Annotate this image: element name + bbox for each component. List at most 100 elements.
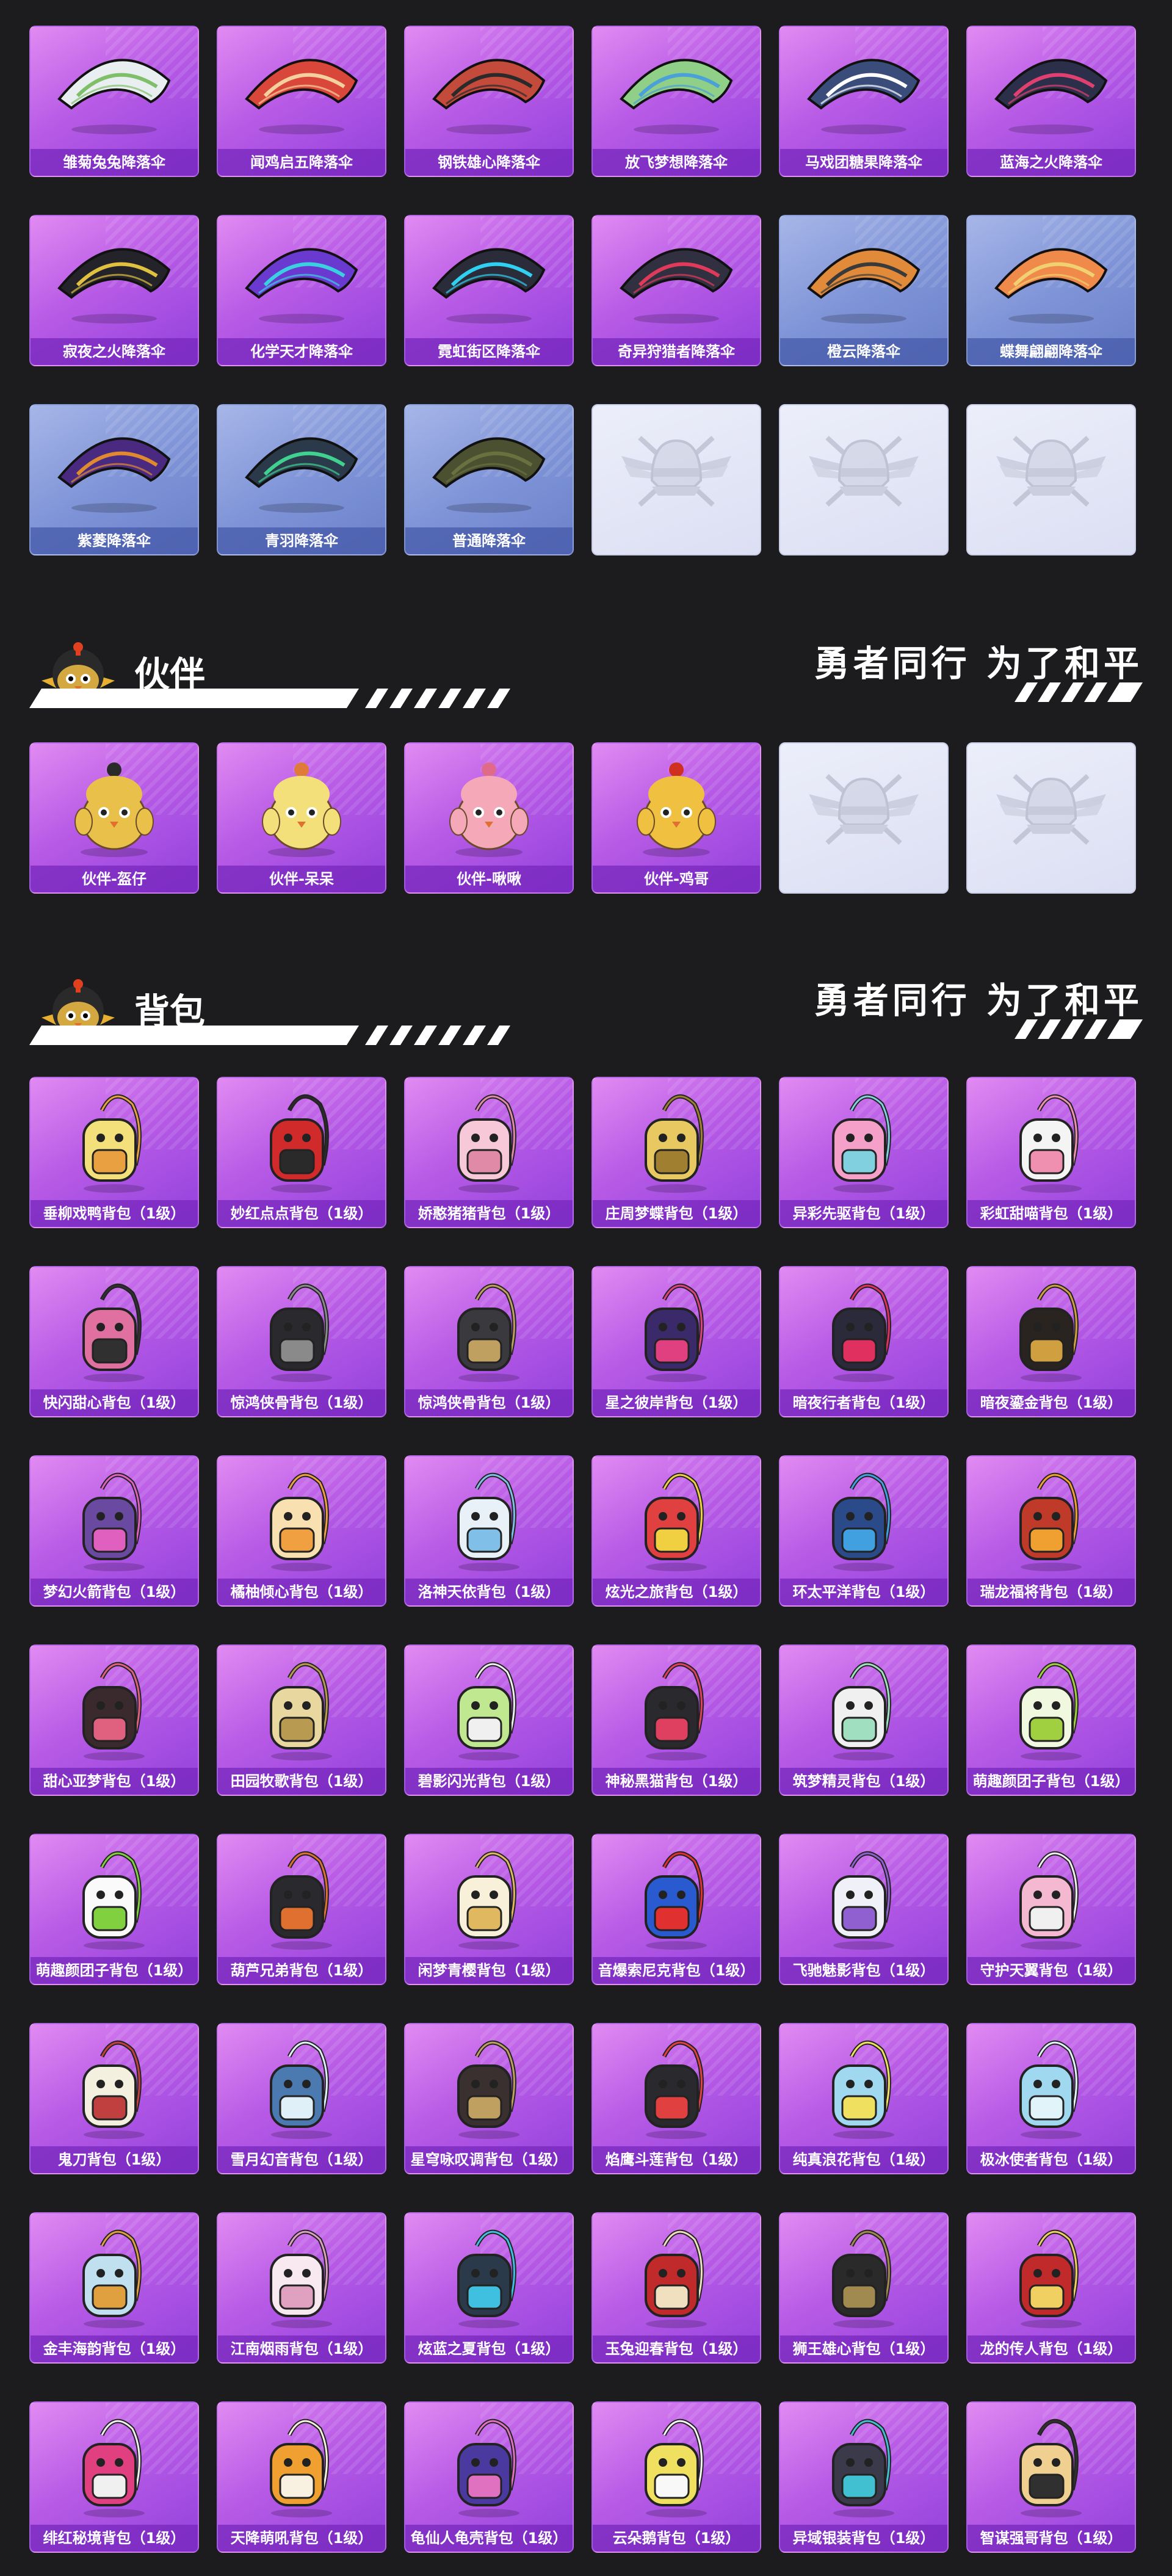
backpack-section-header: 背包 勇者同行 为了和平 [29,947,1143,1057]
backpack-card[interactable]: 玉兔迎春背包（1级） [591,2212,761,2364]
backpack-card[interactable]: 天降萌吼背包（1级） [217,2401,386,2553]
backpack-card[interactable]: 筑梦精灵背包（1级） [779,1644,949,1796]
partner-card[interactable]: 伙伴-啾啾 [404,742,574,894]
backpack-card[interactable]: 异彩先驱背包（1级） [779,1077,949,1228]
backpack-icon [31,1651,198,1767]
backpack-card[interactable]: 庄周梦蝶背包（1级） [591,1077,761,1228]
backpack-card[interactable]: 垂柳戏鸭背包（1级） [29,1077,199,1228]
parachute-card[interactable]: 普通降落伞 [404,404,574,555]
backpack-card[interactable]: 碧影闪光背包（1级） [404,1644,574,1796]
backpack-icon [593,1272,760,1388]
backpack-card[interactable]: 葫芦兄弟背包（1级） [217,1834,386,1985]
backpack-name-label: 纯真浪花背包（1级） [780,2146,947,2173]
parachute-card[interactable]: 雏菊兔兔降落伞 [29,26,199,177]
parachute-card[interactable]: 奇异狩猎者降落伞 [591,215,761,366]
parachute-name-label: 普通降落伞 [405,527,573,554]
backpack-card[interactable]: 金丰海韵背包（1级） [29,2212,199,2364]
empty-slot-card[interactable] [779,742,949,894]
backpack-icon [218,1840,385,1956]
backpack-card[interactable]: 鬼刀背包（1级） [29,2023,199,2174]
backpack-card[interactable]: 狮王雄心背包（1级） [779,2212,949,2364]
backpack-card[interactable]: 焰鹰斗莲背包（1级） [591,2023,761,2174]
backpack-icon [593,1083,760,1199]
backpack-icon [968,2029,1135,2145]
backpack-card[interactable]: 梦幻火箭背包（1级） [29,1455,199,1607]
backpack-card[interactable]: 炫光之旅背包（1级） [591,1455,761,1607]
backpack-card[interactable]: 瑞龙福将背包（1级） [966,1455,1136,1607]
partner-card[interactable]: 伙伴-呆呆 [217,742,386,894]
parachute-card[interactable]: 寂夜之火降落伞 [29,215,199,366]
backpack-card[interactable]: 龟仙人龟壳背包（1级） [404,2401,574,2553]
backpack-card[interactable]: 神秘黑猫背包（1级） [591,1644,761,1796]
backpack-icon [780,1272,947,1388]
backpack-card[interactable]: 星穹咏叹调背包（1级） [404,2023,574,2174]
backpack-card[interactable]: 娇憨猪猪背包（1级） [404,1077,574,1228]
backpack-card[interactable]: 萌趣颜团子背包（1级） [966,1644,1136,1796]
backpack-card[interactable]: 音爆索尼克背包（1级） [591,1834,761,1985]
backpack-card[interactable]: 极冰使者背包（1级） [966,2023,1136,2174]
backpack-card[interactable]: 甜心亚梦背包（1级） [29,1644,199,1796]
pubg-emblem-placeholder-icon [780,410,947,526]
backpack-card[interactable]: 江南烟雨背包（1级） [217,2212,386,2364]
backpack-icon [593,1461,760,1577]
parachute-card[interactable]: 蝶舞翩翩降落伞 [966,215,1136,366]
backpack-card[interactable]: 云朵鹅背包（1级） [591,2401,761,2553]
backpack-card[interactable]: 闲梦青樱背包（1级） [404,1834,574,1985]
backpack-card[interactable]: 暗夜行者背包（1级） [779,1266,949,1417]
parachute-name-label: 蓝海之火降落伞 [968,149,1135,176]
backpack-card[interactable]: 橘柚倾心背包（1级） [217,1455,386,1607]
backpack-icon [780,2218,947,2334]
partner-card[interactable]: 伙伴-盔仔 [29,742,199,894]
backpack-card[interactable]: 雪月幻音背包（1级） [217,2023,386,2174]
backpack-name-label: 玉兔迎春背包（1级） [593,2335,760,2362]
backpack-card[interactable]: 洛神天依背包（1级） [404,1455,574,1607]
backpack-name-label: 垂柳戏鸭背包（1级） [31,1200,198,1227]
parachute-card[interactable]: 钢铁雄心降落伞 [404,26,574,177]
backpack-card[interactable]: 炫蓝之夏背包（1级） [404,2212,574,2364]
parachute-card[interactable]: 化学天才降落伞 [217,215,386,366]
backpack-card[interactable]: 飞驰魅影背包（1级） [779,1834,949,1985]
backpack-name-label: 惊鸿侠骨背包（1级） [218,1389,385,1416]
partner-card[interactable]: 伙伴-鸡哥 [591,742,761,894]
backpack-card[interactable]: 彩虹甜喵背包（1级） [966,1077,1136,1228]
backpack-card[interactable]: 智谋强哥背包（1级） [966,2401,1136,2553]
parachute-card[interactable]: 闻鸡启五降落伞 [217,26,386,177]
backpack-name-label: 龟仙人龟壳背包（1级） [405,2525,573,2552]
backpack-card[interactable]: 星之彼岸背包（1级） [591,1266,761,1417]
backpack-icon [593,2408,760,2524]
backpack-card[interactable]: 暗夜鎏金背包（1级） [966,1266,1136,1417]
empty-slot-card[interactable] [779,404,949,555]
backpack-card[interactable]: 快闪甜心背包（1级） [29,1266,199,1417]
parachute-card[interactable]: 青羽降落伞 [217,404,386,555]
backpack-name-label: 萌趣颜团子背包（1级） [31,1957,198,1984]
backpack-card[interactable]: 妙红点点背包（1级） [217,1077,386,1228]
parachute-card[interactable]: 蓝海之火降落伞 [966,26,1136,177]
backpack-card[interactable]: 龙的传人背包（1级） [966,2212,1136,2364]
backpack-card[interactable]: 惊鸿侠骨背包（1级） [217,1266,386,1417]
parachute-card[interactable]: 紫菱降落伞 [29,404,199,555]
backpack-card[interactable]: 萌趣颜团子背包（1级） [29,1834,199,1985]
parachute-card[interactable]: 霓虹街区降落伞 [404,215,574,366]
backpack-card[interactable]: 纯真浪花背包（1级） [779,2023,949,2174]
backpack-card[interactable]: 绯红秘境背包（1级） [29,2401,199,2553]
backpack-icon [218,1272,385,1388]
backpack-card[interactable]: 惊鸿侠骨背包（1级） [404,1266,574,1417]
parachute-name-label: 钢铁雄心降落伞 [405,149,573,176]
empty-slot-card[interactable] [966,404,1136,555]
backpack-card[interactable]: 环太平洋背包（1级） [779,1455,949,1607]
empty-slot-card[interactable] [591,404,761,555]
backpack-icon [780,2408,947,2524]
backpack-icon [968,2408,1135,2524]
parachute-card[interactable]: 放飞梦想降落伞 [591,26,761,177]
backpack-card[interactable]: 田园牧歌背包（1级） [217,1644,386,1796]
partner-grid: 伙伴-盔仔 伙伴-呆呆 伙伴-啾啾 伙伴-鸡哥 [29,742,1136,894]
parachute-card[interactable]: 橙云降落伞 [779,215,949,366]
backpack-icon [593,2029,760,2145]
parachute-icon [31,32,198,148]
backpack-card[interactable]: 守护天翼背包（1级） [966,1834,1136,1985]
backpack-card[interactable]: 异域银装背包（1级） [779,2401,949,2553]
empty-slot-card[interactable] [966,742,1136,894]
parachute-card[interactable]: 马戏团糖果降落伞 [779,26,949,177]
backpack-icon [780,1083,947,1199]
backpack-name-label: 碧影闪光背包（1级） [405,1768,573,1795]
